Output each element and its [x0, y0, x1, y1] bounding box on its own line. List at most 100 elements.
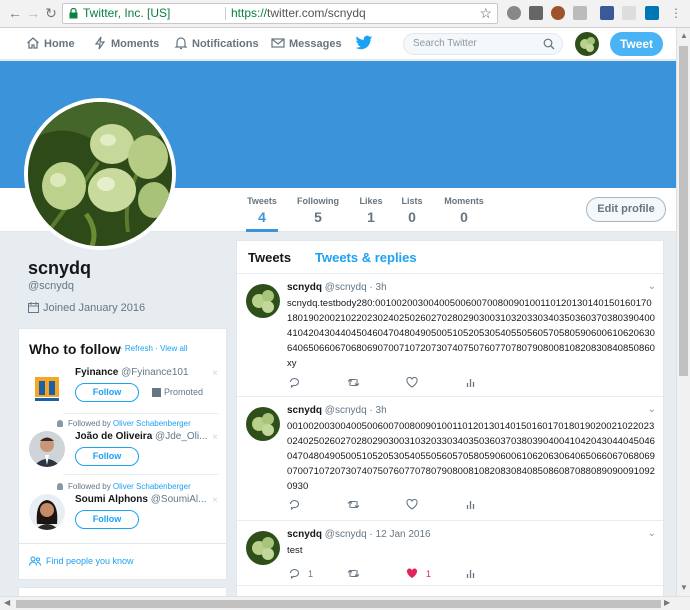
horizontal-scroll-thumb[interactable]: [16, 600, 661, 608]
like-action[interactable]: [406, 375, 426, 389]
fyinance-avatar[interactable]: [29, 369, 65, 405]
analytics-action[interactable]: [466, 566, 475, 580]
tweet-avatar[interactable]: [246, 284, 280, 318]
account-avatar[interactable]: [575, 32, 599, 56]
analytics-action[interactable]: [466, 497, 475, 511]
tweet-button[interactable]: Tweet: [610, 32, 663, 56]
browser-toolbar: ← → ↻ Twitter, Inc. [US] https://twitter…: [0, 0, 690, 28]
context-user-link[interactable]: Oliver Schabenberger: [113, 482, 191, 491]
scroll-left-icon[interactable]: ◀: [4, 598, 10, 608]
profile-name: scnydq: [28, 258, 92, 278]
bookmark-star-icon[interactable]: ☆: [479, 4, 492, 23]
tweet-avatar[interactable]: [246, 531, 280, 565]
extension-cup-icon[interactable]: [551, 6, 565, 20]
follow-button[interactable]: Follow: [75, 383, 139, 402]
heart-filled-icon: [406, 568, 418, 579]
stat-following-label: Following: [297, 196, 339, 206]
nav-messages[interactable]: Messages: [271, 28, 342, 60]
stat-tweets[interactable]: Tweets 4: [246, 196, 278, 232]
extension-pen-icon[interactable]: [622, 6, 636, 20]
context-prefix: Followed by: [68, 482, 111, 491]
account-avatar-image: [575, 32, 599, 56]
suggestion-name[interactable]: João de Oliveira @Jde_Oli...: [75, 431, 207, 442]
find-people-link[interactable]: Find people you know: [29, 556, 134, 566]
follow-button[interactable]: Follow: [75, 510, 139, 529]
address-bar[interactable]: Twitter, Inc. [US] https://twitter.com/s…: [62, 3, 498, 24]
dismiss-icon[interactable]: ×: [212, 368, 218, 379]
like-action[interactable]: 1: [406, 566, 431, 580]
stat-lists-label: Lists: [401, 196, 423, 206]
tab-tweets-replies[interactable]: Tweets & replies: [315, 250, 417, 265]
follow-button[interactable]: Follow: [75, 447, 139, 466]
reply-action[interactable]: [289, 497, 308, 511]
tweet-author[interactable]: scnydq: [287, 529, 322, 540]
suggestion-name[interactable]: Soumi Alphons @SoumiAl...: [75, 494, 206, 505]
vertical-scroll-thumb[interactable]: [679, 46, 688, 376]
nav-home[interactable]: Home: [26, 28, 75, 60]
refresh-link[interactable]: Refresh: [125, 344, 153, 353]
tweet-handle[interactable]: @scnydq: [325, 405, 367, 416]
scroll-up-icon[interactable]: ▲: [680, 31, 688, 41]
reply-action[interactable]: [289, 375, 308, 389]
tweet-time[interactable]: 3h: [376, 405, 387, 416]
search-input[interactable]: Search Twitter: [403, 33, 563, 55]
dismiss-icon[interactable]: ×: [212, 432, 218, 443]
extension-globe-icon[interactable]: [507, 6, 521, 20]
tweet-handle[interactable]: @scnydq: [325, 282, 367, 293]
linkedin-extension-icon[interactable]: [645, 6, 659, 20]
stat-lists[interactable]: Lists 0: [401, 196, 423, 225]
tweet-item[interactable]: scnydq @scnydq · 12 Jan 2016 ⌄ test 1 1: [237, 521, 663, 586]
stat-following[interactable]: Following 5: [297, 196, 339, 225]
tweet-time[interactable]: 12 Jan 2016: [376, 529, 431, 540]
scroll-right-icon[interactable]: ▶: [664, 598, 670, 608]
retweet-action[interactable]: [347, 375, 368, 389]
people-icon: [29, 556, 41, 566]
analytics-action[interactable]: [466, 375, 475, 389]
soumi-avatar[interactable]: [29, 494, 65, 530]
profile-avatar[interactable]: [24, 98, 176, 250]
tweet-handle[interactable]: @scnydq: [325, 529, 367, 540]
like-action[interactable]: [406, 497, 426, 511]
horizontal-scrollbar[interactable]: ◀ ▶: [0, 596, 690, 610]
nav-notifications[interactable]: Notifications: [174, 28, 259, 60]
tweet-item[interactable]: scnydq @scnydq · 3h ⌄ scnydq.testbody280…: [237, 274, 663, 397]
extension-pocket-icon[interactable]: [573, 6, 587, 20]
retweet-action[interactable]: [347, 497, 368, 511]
chevron-down-icon[interactable]: ⌄: [648, 281, 656, 292]
stat-moments[interactable]: Moments 0: [442, 196, 486, 225]
retweet-icon: [347, 500, 360, 509]
search-icon[interactable]: [543, 38, 555, 50]
joao-avatar[interactable]: [29, 431, 65, 467]
stat-likes[interactable]: Likes 1: [358, 196, 384, 225]
nav-messages-label: Messages: [289, 38, 342, 50]
secure-label: Twitter, Inc. [US]: [83, 6, 171, 20]
tweet-time[interactable]: 3h: [376, 282, 387, 293]
back-icon[interactable]: ←: [7, 5, 23, 21]
vertical-scrollbar[interactable]: ▲ ▼: [676, 28, 690, 596]
nav-moments[interactable]: Moments: [93, 28, 159, 60]
chevron-down-icon[interactable]: ⌄: [648, 404, 656, 415]
scroll-down-icon[interactable]: ▼: [680, 583, 688, 593]
edit-profile-button[interactable]: Edit profile: [586, 197, 666, 222]
chevron-down-icon[interactable]: ⌄: [648, 528, 656, 539]
twitter-bird-icon[interactable]: [355, 35, 373, 51]
tweet-item[interactable]: scnydq @scnydq · 3h ⌄ 001002003004005006…: [237, 397, 663, 521]
context-user-link[interactable]: Oliver Schabenberger: [113, 419, 191, 428]
dismiss-icon[interactable]: ×: [212, 495, 218, 506]
browser-menu-icon[interactable]: ⋮: [668, 5, 684, 21]
tweet-author[interactable]: scnydq: [287, 405, 322, 416]
extension-reader-icon[interactable]: [529, 6, 543, 20]
retweet-action[interactable]: [347, 566, 368, 580]
tweet-avatar[interactable]: [246, 407, 280, 441]
forward-icon[interactable]: →: [25, 5, 41, 21]
suggestion-name[interactable]: Fyinance @Fyinance101: [75, 367, 189, 378]
view-all-link[interactable]: View all: [160, 344, 187, 353]
reload-icon[interactable]: ↻: [43, 5, 59, 21]
tweet-avatar-image: [246, 284, 280, 318]
suggestion-display-name: João de Oliveira: [75, 431, 153, 442]
extension-shield-icon[interactable]: [600, 6, 614, 20]
tweet-author[interactable]: scnydq: [287, 282, 322, 293]
search-placeholder: Search Twitter: [413, 38, 477, 49]
reply-action[interactable]: 1: [289, 566, 313, 580]
tab-tweets[interactable]: Tweets: [248, 250, 291, 265]
